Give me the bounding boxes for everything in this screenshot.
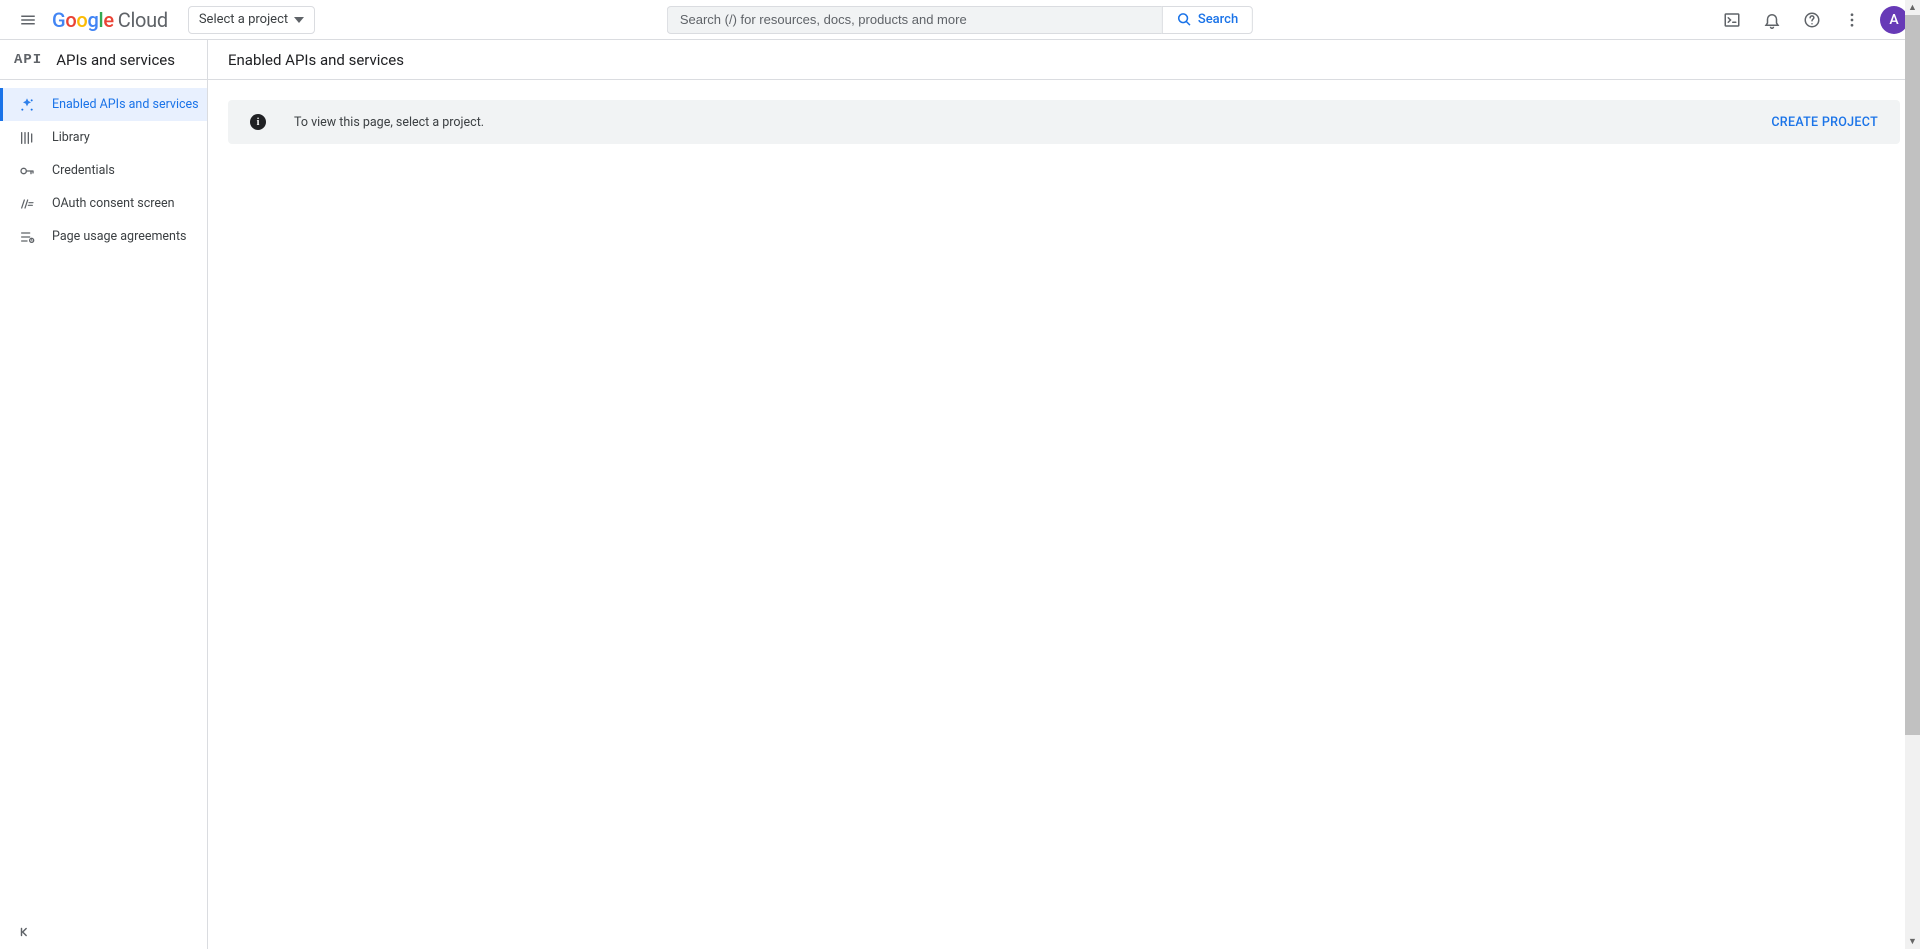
info-icon: i [250,114,266,130]
page-title: Enabled APIs and services [208,51,404,69]
library-icon [18,129,36,147]
sub-header-left: API APIs and services [0,40,208,79]
search-button-label: Search [1198,12,1238,27]
scrollbar-thumb[interactable] [1905,15,1920,735]
search-button[interactable]: Search [1162,6,1253,34]
notifications-icon[interactable] [1754,2,1790,38]
credentials-icon [18,162,36,180]
oauth-icon [18,195,36,213]
search-input-wrap[interactable] [667,6,1162,34]
cloud-shell-icon[interactable] [1714,2,1750,38]
sub-header: API APIs and services Enabled APIs and s… [0,40,1920,80]
section-title: APIs and services [56,51,175,69]
more-icon[interactable] [1834,2,1870,38]
google-cloud-logo[interactable]: Google Cloud [52,8,168,32]
scroll-down-icon[interactable]: ▼ [1905,934,1920,949]
sidebar-item-label: OAuth consent screen [52,196,175,211]
search-input[interactable] [680,12,1150,27]
dropdown-icon [294,15,304,25]
page-usage-icon [18,228,36,246]
sidebar-item-label: Page usage agreements [52,229,187,244]
layout: Enabled APIs and services Library Creden… [0,80,1920,949]
info-message: To view this page, select a project. [294,115,484,130]
logo-suffix: Cloud [118,8,168,32]
api-glyph-icon: API [14,52,42,68]
search-icon [1177,12,1192,27]
create-project-button[interactable]: CREATE PROJECT [1771,115,1878,130]
sidebar-item-label: Credentials [52,163,115,178]
project-selector[interactable]: Select a project [188,6,315,34]
sidebar-item-enabled-apis[interactable]: Enabled APIs and services [0,88,207,121]
collapse-sidebar-icon[interactable] [18,925,32,939]
sidebar-item-label: Enabled APIs and services [52,97,199,112]
sidebar-item-oauth[interactable]: OAuth consent screen [0,187,207,220]
vertical-scrollbar[interactable]: ▲ ▼ [1905,0,1920,949]
avatar[interactable]: A [1880,6,1908,34]
help-icon[interactable] [1794,2,1830,38]
project-selector-label: Select a project [199,12,288,27]
sidebar-item-credentials[interactable]: Credentials [0,154,207,187]
header-right: A [1714,2,1912,38]
sidebar-item-label: Library [52,130,90,145]
enabled-apis-icon [18,96,36,114]
main-content: i To view this page, select a project. C… [208,80,1920,949]
avatar-initial: A [1889,12,1898,28]
sidebar-item-library[interactable]: Library [0,121,207,154]
sidebar-item-page-usage[interactable]: Page usage agreements [0,220,207,253]
info-bar: i To view this page, select a project. C… [228,100,1900,144]
scroll-up-icon[interactable]: ▲ [1905,0,1920,15]
search-container: Search [667,6,1253,34]
sidebar: Enabled APIs and services Library Creden… [0,80,208,949]
top-header: Google Cloud Select a project Search [0,0,1920,40]
menu-icon[interactable] [8,0,48,40]
